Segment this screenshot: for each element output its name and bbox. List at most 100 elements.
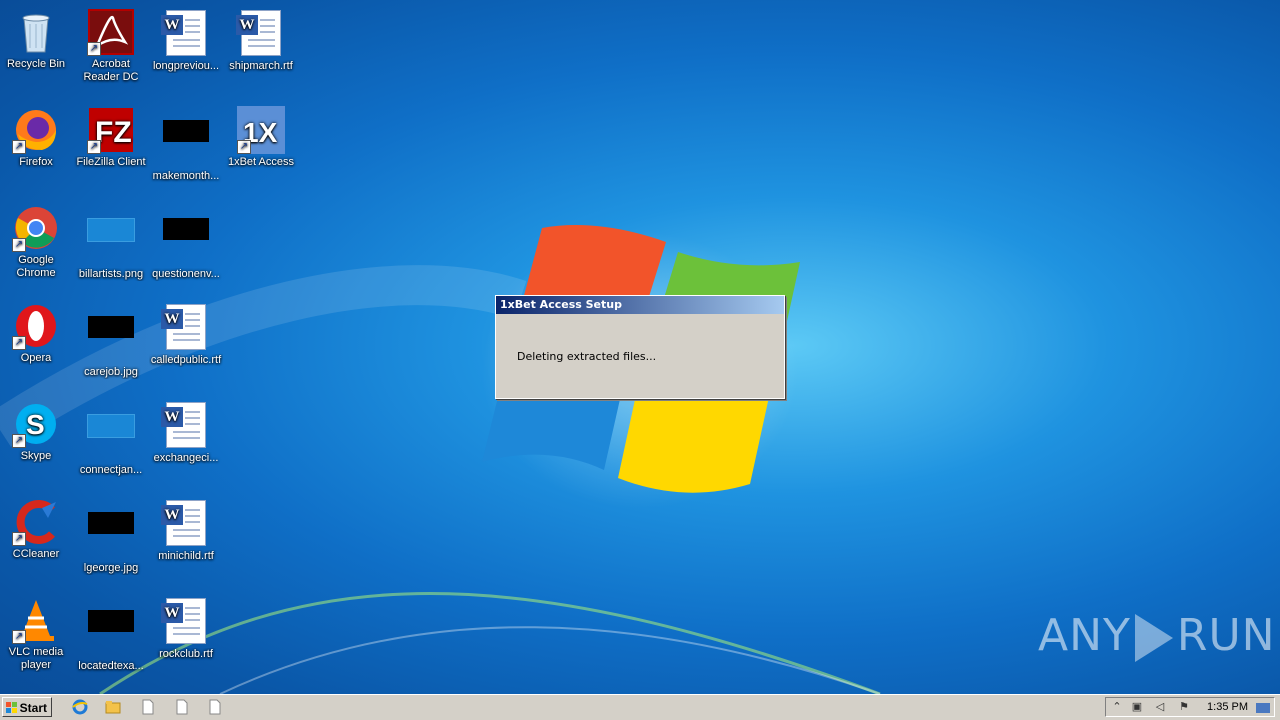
desktop-icon[interactable]: ↗ Acrobat Reader DC [74, 8, 148, 84]
desktop-icon-label: carejob.jpg [84, 366, 138, 378]
shortcut-arrow-icon: ↗ [12, 630, 26, 644]
desktop-icon-label: Recycle Bin [6, 58, 66, 70]
document-icon[interactable] [207, 699, 223, 715]
desktop-icon[interactable]: Wminichild.rtf [149, 498, 223, 563]
network-icon[interactable]: ▣ [1131, 701, 1143, 713]
onexbet-icon: 1X ↗ [237, 106, 285, 154]
black-icon [162, 218, 210, 266]
opera-icon: ↗ [12, 302, 60, 350]
shortcut-arrow-icon: ↗ [12, 336, 26, 350]
volume-icon[interactable]: ◁ [1154, 701, 1166, 713]
desktop-icon[interactable]: ↗ Google Chrome [0, 204, 73, 280]
desktop-icon-label: Google [18, 254, 54, 266]
desktop-icon-label: CCleaner [12, 548, 60, 560]
shortcut-arrow-icon: ↗ [12, 238, 26, 252]
shortcut-arrow-icon: ↗ [87, 140, 101, 154]
system-tray: ⌃ ▣ ◁ ⚑ 1:35 PM [1105, 697, 1275, 717]
acrobat-icon: ↗ [87, 8, 135, 56]
desktop-icon[interactable]: Wcalledpublic.rtf [149, 302, 223, 367]
start-button[interactable]: Start [2, 697, 52, 717]
black-icon [87, 512, 135, 560]
desktop-icon[interactable]: locatedtexa... [74, 596, 148, 673]
desktop-icon[interactable]: ↗ Firefox [0, 106, 73, 169]
desktop-icon[interactable]: FZ ↗ FileZilla Client [74, 106, 148, 169]
show-desktop-icon[interactable] [1256, 703, 1270, 713]
watermark-right: RUN [1176, 610, 1276, 661]
desktop-icon[interactable]: questionenv... [149, 204, 223, 281]
file-explorer-icon[interactable] [105, 699, 121, 715]
desktop-icon[interactable]: ↗ Opera [0, 302, 73, 365]
document-icon[interactable] [174, 699, 190, 715]
word-icon: W [161, 10, 210, 58]
desktop-icon-label: Chrome [16, 267, 56, 279]
desktop-icon-label: longpreviou... [152, 60, 220, 72]
desktop-icon-label: Skype [20, 450, 52, 462]
desktop-icon-label: shipmarch.rtf [229, 60, 293, 72]
desktop-icon-label: Firefox [19, 156, 53, 168]
desktop-icon[interactable]: S ↗ Skype [0, 400, 73, 463]
anyrun-watermark: ANY RUN [1038, 610, 1276, 662]
desktop-icon-label: calledpublic.rtf [150, 354, 222, 366]
desktop-icon-label: billartists.png [78, 268, 144, 280]
word-icon: W [161, 304, 210, 352]
filezilla-icon: FZ ↗ [87, 106, 135, 154]
desktop-icon[interactable]: Recycle Bin [0, 8, 73, 71]
dialog-title[interactable]: 1xBet Access Setup [496, 296, 784, 314]
start-label: Start [19, 701, 47, 715]
shortcut-arrow-icon: ↗ [237, 140, 251, 154]
shortcut-arrow-icon: ↗ [12, 532, 26, 546]
setup-dialog[interactable]: 1xBet Access Setup Deleting extracted fi… [495, 295, 785, 399]
desktop-icon-label: locatedtexa... [78, 660, 144, 672]
desktop-icon[interactable]: carejob.jpg [74, 302, 148, 379]
desktop-icon[interactable]: 1X ↗ 1xBet Access [224, 106, 298, 169]
shortcut-arrow-icon: ↗ [12, 140, 26, 154]
desktop-icon-label: Acrobat [92, 58, 130, 70]
internet-explorer-icon[interactable] [72, 699, 88, 715]
desktop-icon[interactable]: ↗ CCleaner [0, 498, 73, 561]
word-icon: W [161, 598, 210, 646]
svg-text:S: S [26, 409, 45, 440]
word-icon: W [161, 402, 210, 450]
desktop-icon-label: Opera [20, 352, 52, 364]
desktop-icon-label: minichild.rtf [158, 550, 214, 562]
desktop-icon[interactable]: Wlongpreviou... [149, 8, 223, 73]
clock[interactable]: 1:35 PM [1207, 701, 1248, 713]
desktop-icon[interactable]: makemonth... [149, 106, 223, 183]
windows-logo-icon [6, 702, 18, 713]
desktop-icon-label: lgeorge.jpg [83, 562, 139, 574]
desktop-icon[interactable]: connectjan... [74, 400, 148, 477]
show-hidden-icons-icon[interactable]: ⌃ [1111, 701, 1123, 713]
desktop-icon-label: questionenv... [152, 268, 220, 280]
chrome-icon: ↗ [12, 204, 60, 252]
taskbar: Start ⌃ ▣ ◁ ⚑ 1:35 PM [0, 694, 1280, 720]
blue-icon [87, 414, 135, 462]
ccleaner-icon: ↗ [12, 498, 60, 546]
desktop-icon-label: rockclub.rtf [159, 648, 213, 660]
recycle-icon [12, 8, 60, 56]
desktop-icon[interactable]: lgeorge.jpg [74, 498, 148, 575]
black-icon [87, 610, 135, 658]
black-icon [162, 120, 210, 168]
desktop-icon[interactable]: Wrockclub.rtf [149, 596, 223, 661]
firefox-icon: ↗ [12, 106, 60, 154]
desktop-icon-label: exchangeci... [153, 452, 219, 464]
play-icon [1134, 614, 1173, 662]
desktop-icon[interactable]: ↗ VLC media player [0, 596, 73, 672]
document-icon[interactable] [140, 699, 156, 715]
desktop-icon[interactable]: Wshipmarch.rtf [224, 8, 298, 73]
action-center-flag-icon[interactable]: ⚑ [1178, 701, 1190, 713]
shortcut-arrow-icon: ↗ [12, 434, 26, 448]
desktop-icon-label: makemonth... [152, 170, 220, 182]
dialog-message: Deleting extracted files... [517, 350, 657, 363]
desktop-icon-label: player [21, 659, 51, 671]
watermark-left: ANY [1038, 610, 1131, 661]
word-icon: W [236, 10, 285, 58]
desktop-icon[interactable]: billartists.png [74, 204, 148, 281]
desktop-icon[interactable]: Wexchangeci... [149, 400, 223, 465]
desktop-icon-label: FileZilla Client [76, 156, 146, 168]
word-icon: W [161, 500, 210, 548]
black-icon [87, 316, 135, 364]
desktop-icon-label: connectjan... [79, 464, 143, 476]
skype-icon: S ↗ [12, 400, 60, 448]
desktop-icon-label: VLC media [8, 646, 64, 658]
